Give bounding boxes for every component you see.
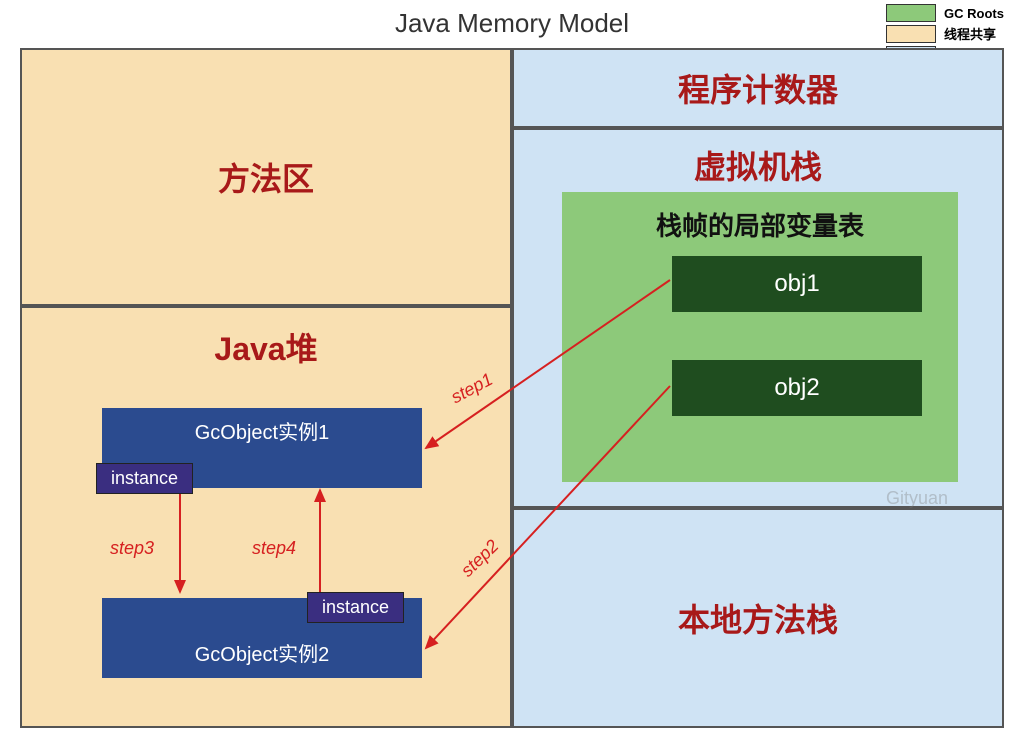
- watermark-text: Gityuan: [886, 488, 948, 509]
- obj1-box: obj1: [672, 256, 922, 312]
- gcobject-2-label: GcObject实例2: [102, 638, 422, 667]
- program-counter-title: 程序计数器: [678, 65, 838, 111]
- native-stack-title: 本地方法栈: [678, 595, 838, 641]
- gc-root-box: 栈帧的局部变量表 obj1 obj2: [562, 192, 958, 482]
- gcobject-2-box: instance GcObject实例2: [102, 598, 422, 678]
- diagram-title: Java Memory Model: [0, 8, 1024, 39]
- legend-item-gcroots: GC Roots: [886, 4, 1004, 22]
- gcobject-1-label: GcObject实例1: [102, 416, 422, 445]
- gcobject-1-box: GcObject实例1 instance: [102, 408, 422, 488]
- gcobject-2-instance-field: instance: [307, 592, 404, 623]
- legend-label: GC Roots: [944, 6, 1004, 21]
- legend-label: 线程共享: [944, 24, 996, 43]
- step4-label: step4: [252, 538, 296, 559]
- native-stack-box: 本地方法栈: [512, 508, 1004, 728]
- gc-root-title: 栈帧的局部变量表: [562, 206, 958, 243]
- method-area-box: 方法区: [20, 48, 512, 306]
- vm-stack-box: 虚拟机栈 栈帧的局部变量表 obj1 obj2 Gityuan: [512, 128, 1004, 508]
- step3-label: step3: [110, 538, 154, 559]
- obj2-box: obj2: [672, 360, 922, 416]
- legend-swatch: [886, 25, 936, 43]
- program-counter-box: 程序计数器: [512, 48, 1004, 128]
- legend-swatch: [886, 4, 936, 22]
- method-area-title: 方法区: [218, 154, 314, 200]
- vm-stack-title: 虚拟机栈: [514, 142, 1002, 188]
- gcobject-1-instance-field: instance: [96, 463, 193, 494]
- java-heap-box: Java堆 GcObject实例1 instance instance GcOb…: [20, 306, 512, 728]
- java-heap-title: Java堆: [22, 324, 510, 370]
- diagram-canvas: 方法区 Java堆 GcObject实例1 instance instance …: [20, 48, 1004, 728]
- legend-item-shared: 线程共享: [886, 24, 1004, 43]
